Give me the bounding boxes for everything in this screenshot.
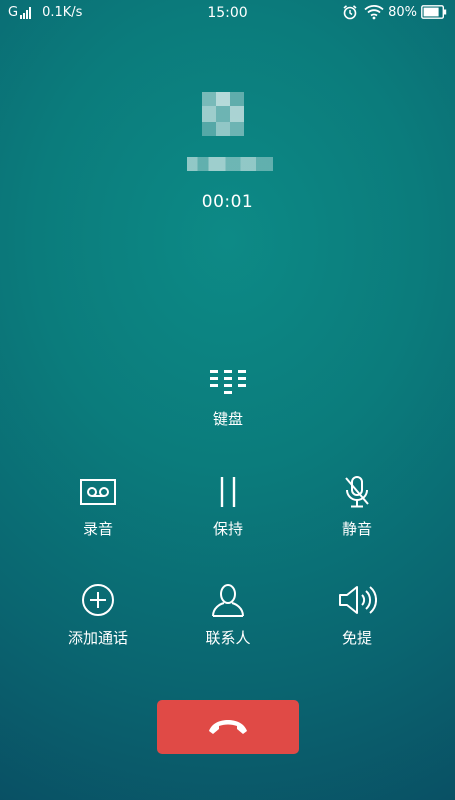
status-right: 80%	[342, 4, 447, 20]
battery-percent: 80%	[388, 4, 417, 20]
speaker-icon	[339, 586, 377, 614]
add-call-button[interactable]: 添加通话	[38, 583, 158, 648]
status-bar: G 0.1K/s 15:00 80%	[0, 0, 455, 28]
mute-label: 静音	[341, 520, 372, 538]
record-label: 录音	[82, 520, 113, 538]
contacts-button[interactable]: 联系人	[168, 583, 288, 648]
hold-button[interactable]: 保持	[168, 476, 288, 539]
caller-number-blurred	[187, 157, 273, 171]
keypad-label: 键盘	[212, 410, 243, 428]
wifi-icon	[364, 5, 384, 20]
add-call-label: 添加通话	[67, 629, 128, 647]
pause-icon	[220, 477, 236, 507]
mic-off-icon	[345, 476, 369, 508]
end-call-button[interactable]	[157, 700, 299, 754]
contacts-label: 联系人	[205, 629, 251, 647]
speaker-label: 免提	[341, 629, 372, 647]
hold-label: 保持	[212, 520, 243, 538]
person-icon	[212, 584, 244, 617]
caller-avatar-blurred	[202, 92, 244, 136]
speaker-button[interactable]: 免提	[297, 583, 417, 648]
hang-up-icon	[209, 720, 247, 734]
keypad-button[interactable]: 键盘	[168, 368, 288, 429]
record-icon	[80, 479, 116, 505]
record-button[interactable]: 录音	[38, 476, 158, 539]
battery-icon	[421, 5, 447, 19]
mute-button[interactable]: 静音	[297, 476, 417, 539]
alarm-icon	[343, 5, 357, 20]
call-duration: 00:01	[201, 192, 254, 212]
plus-circle-icon	[82, 584, 114, 616]
keypad-icon	[210, 370, 246, 394]
